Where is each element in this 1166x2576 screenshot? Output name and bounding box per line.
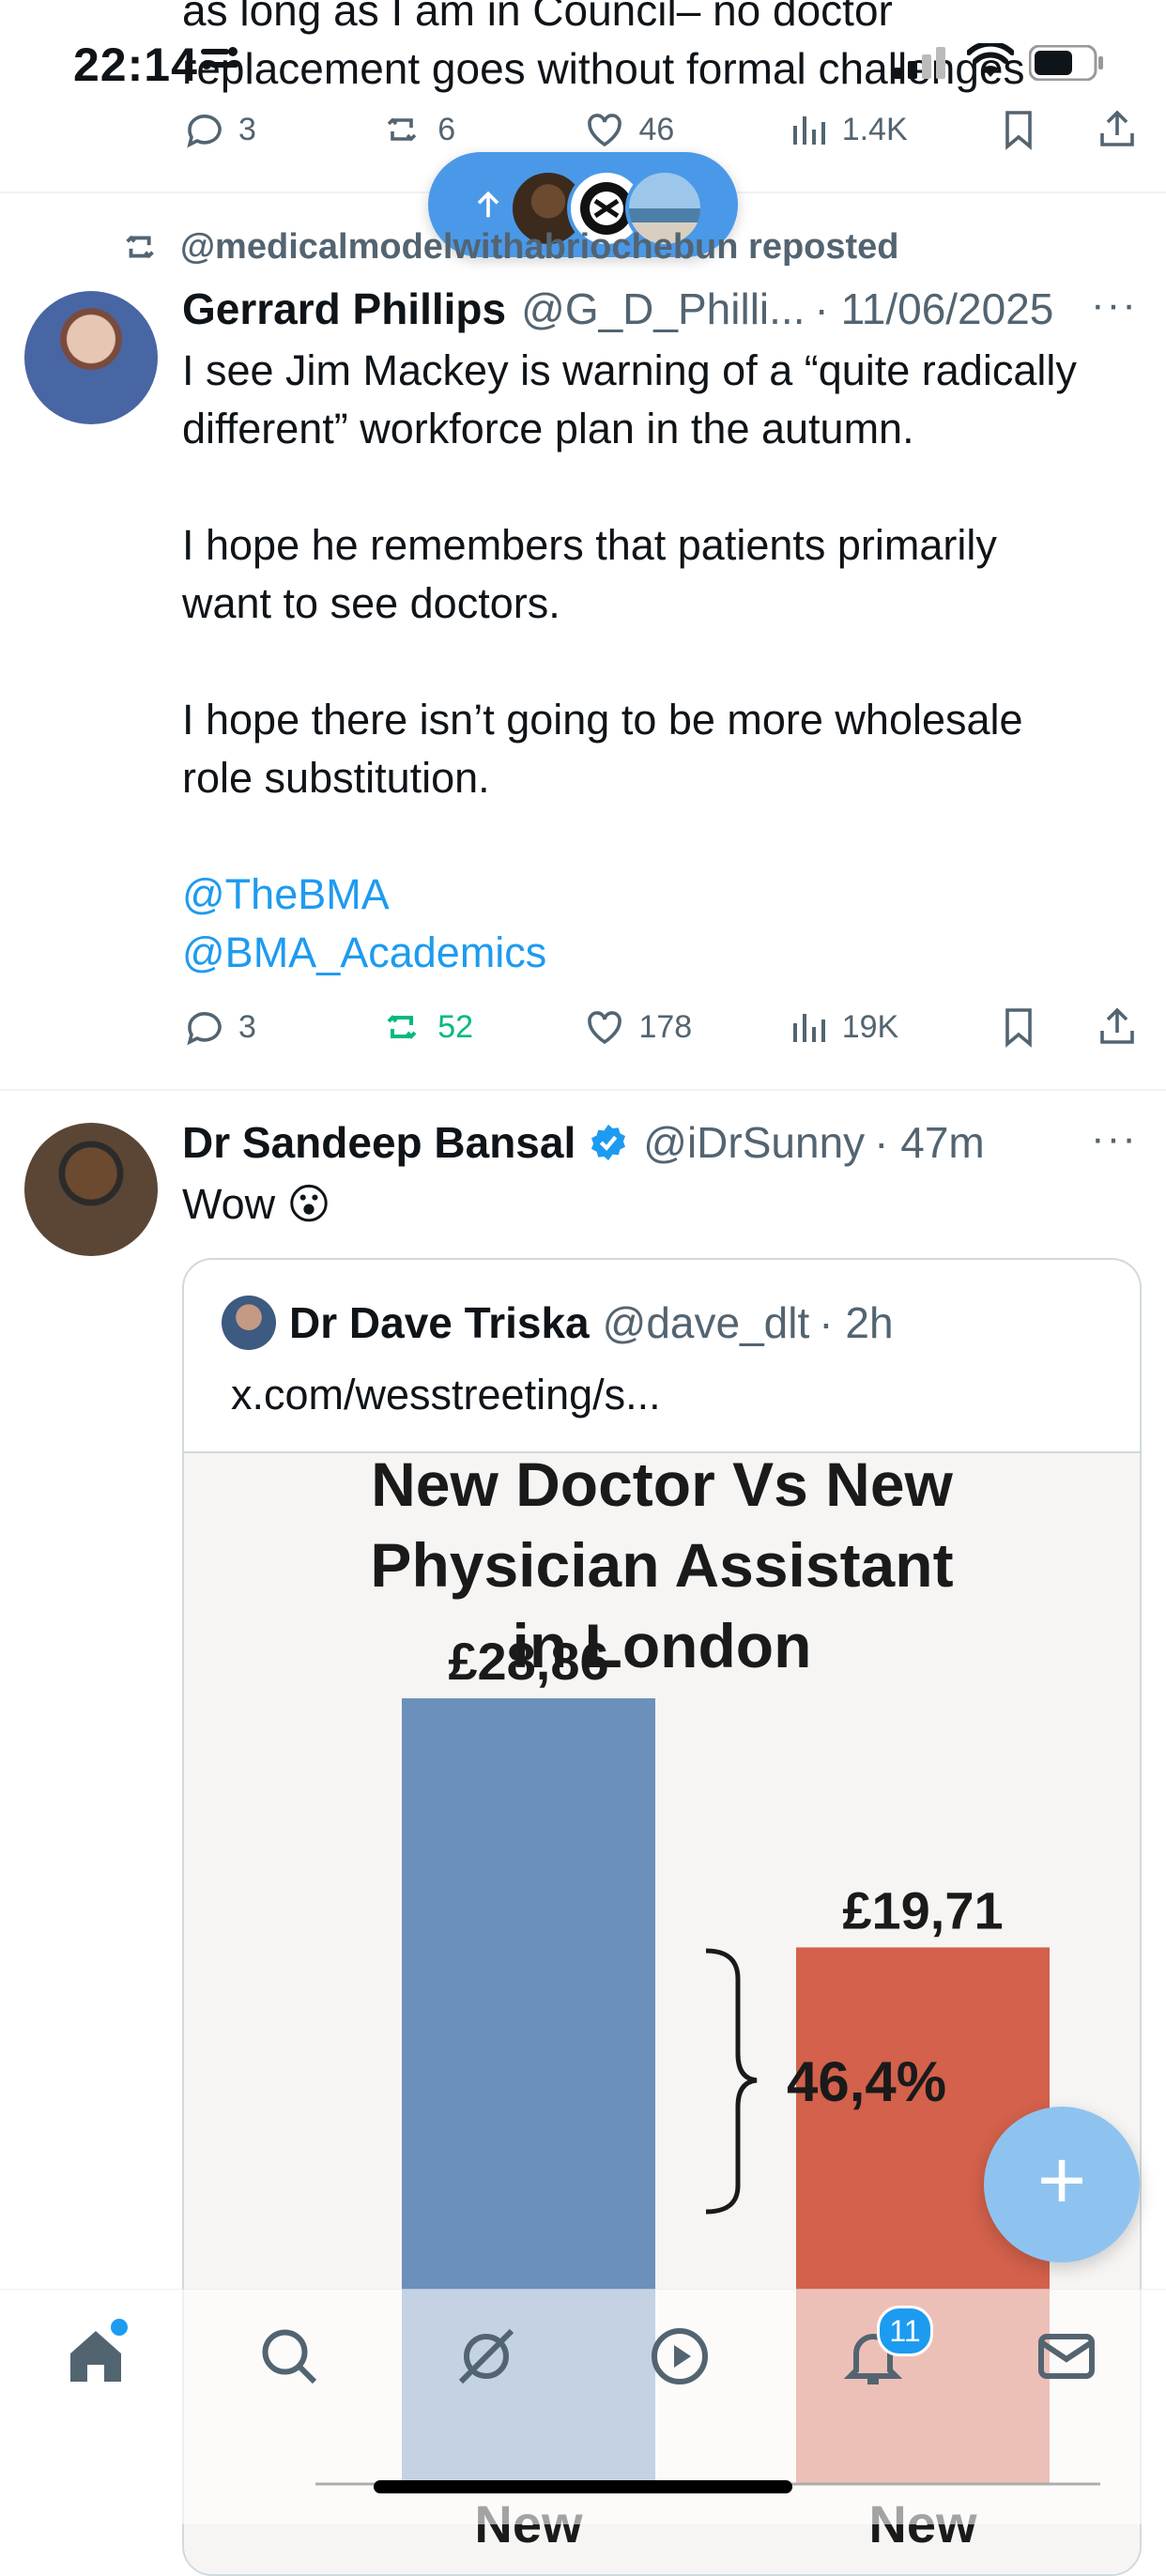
like-count: 178 (638, 1008, 693, 1045)
bookmark-button[interactable] (996, 107, 1095, 152)
views-count: 1.4K (841, 111, 908, 147)
repost-icon (387, 117, 417, 142)
cellular-signal-icon (894, 47, 946, 84)
text-line: different” workforce plan in the autumn. (182, 405, 914, 452)
avatar (222, 1296, 276, 1350)
author-handle[interactable]: @iDrSunny (643, 1117, 865, 1168)
views-button[interactable]: 1.4K (786, 107, 996, 152)
mention-link[interactable]: @BMA_Academics (182, 924, 1140, 982)
views-button[interactable]: 19K (786, 1004, 996, 1050)
more-options-icon[interactable]: ··· (1091, 282, 1138, 329)
more-options-icon[interactable]: ··· (1091, 1115, 1138, 1162)
bar-value-label: £19,71 (842, 1880, 1003, 1940)
quoted-author-name: Dr Dave Triska (289, 1298, 590, 1347)
reply-icon (187, 1012, 222, 1046)
reply-count: 3 (238, 1008, 256, 1045)
tab-search[interactable] (252, 2319, 327, 2394)
battery-icon (1028, 44, 1104, 85)
repost-label: @medicalmodelwithabriochebun reposted (180, 226, 899, 267)
quoted-author-handle: @dave_dlt (602, 1298, 810, 1347)
avatar[interactable] (24, 291, 158, 424)
reply-count: 3 (238, 111, 256, 147)
play-icon (652, 2328, 708, 2384)
author-handle[interactable]: @G_D_Philli... (521, 284, 805, 334)
chart-title: New Doctor Vs New (371, 1453, 953, 1519)
quoted-post-header: Dr Dave Triska @dave_dlt · 2h (289, 1297, 894, 1348)
previous-post-actions: 3 6 46 1.4K (182, 101, 1140, 158)
text-line: I hope there isn’t going to be more whol… (182, 696, 1023, 744)
tab-home[interactable] (58, 2319, 133, 2394)
text-line: role substitution. (182, 754, 490, 802)
post-text: I see Jim Mackey is warning of a “quite … (182, 342, 1140, 982)
repost-indicator[interactable]: @medicalmodelwithabriochebun reposted (120, 225, 899, 268)
bar-value-label: £28,86 (448, 1632, 608, 1691)
like-button[interactable]: 178 (582, 1004, 785, 1050)
views-icon (792, 116, 825, 145)
repost-button[interactable]: 52 (381, 1004, 582, 1050)
mention-link[interactable]: @TheBMA (182, 866, 1140, 924)
repost-button[interactable]: 6 (381, 107, 582, 152)
bookmark-icon (1005, 111, 1032, 150)
bookmark-button[interactable] (996, 1004, 1095, 1050)
views-icon (792, 1014, 825, 1042)
views-count: 19K (841, 1008, 899, 1045)
share-button[interactable] (1095, 1004, 1140, 1050)
grok-icon (458, 2328, 514, 2384)
author-name[interactable]: Dr Sandeep Bansal (182, 1117, 575, 1168)
reply-button[interactable]: 3 (182, 1004, 381, 1050)
author-name[interactable]: Gerrard Phillips (182, 284, 506, 334)
compose-button[interactable]: + (984, 2107, 1140, 2262)
repost-count: 52 (437, 1008, 474, 1045)
wifi-icon (966, 40, 1015, 84)
quoted-post-time: · 2h (819, 1298, 894, 1347)
arrow-up-icon (477, 191, 499, 218)
post-actions: 3 52 178 19K (182, 999, 1140, 1055)
search-icon (262, 2329, 317, 2384)
chart-title: Physician Assistant (370, 1530, 953, 1600)
notification-badge: 11 (877, 2306, 933, 2356)
share-icon (1100, 110, 1134, 146)
unread-dot (111, 2319, 128, 2336)
tab-grok[interactable] (449, 2319, 524, 2394)
bookmark-icon (1005, 1008, 1032, 1048)
divider (0, 1089, 1166, 1091)
reply-button[interactable]: 3 (182, 107, 381, 152)
text-line: I hope he remembers that patients primar… (182, 521, 997, 569)
previous-post-line: as long as I am in Council– no doctor (182, 0, 893, 35)
mail-icon (1038, 2334, 1095, 2379)
focus-mode-icon (197, 41, 242, 79)
share-button[interactable] (1095, 107, 1140, 152)
repost-icon (387, 1015, 417, 1039)
heart-icon (588, 1011, 622, 1045)
status-clock: 22:14 (73, 38, 198, 91)
heart-icon (588, 114, 622, 147)
difference-label: 46,4% (787, 2050, 946, 2113)
like-button[interactable]: 46 (582, 107, 785, 152)
verified-badge-icon (591, 1124, 626, 1161)
quoted-link[interactable]: x.com/wesstreeting/s... (231, 1371, 661, 1419)
reply-icon (187, 115, 222, 148)
post-header: Gerrard Phillips @G_D_Philli... · 11/06/… (182, 284, 1140, 334)
post-header: Dr Sandeep Bansal @iDrSunny · 47m (182, 1117, 1140, 1168)
post-text: Wow 😮 (182, 1180, 331, 1228)
text-line: I see Jim Mackey is warning of a “quite … (182, 346, 1077, 394)
text-line: want to see doctors. (182, 579, 560, 627)
repost-icon (126, 235, 154, 259)
tab-notifications[interactable]: 11 (836, 2306, 933, 2394)
difference-brace (705, 1948, 758, 2215)
share-icon (1100, 1007, 1134, 1044)
plus-icon: + (1036, 2134, 1087, 2228)
like-count: 46 (638, 111, 675, 147)
tab-messages[interactable] (1029, 2319, 1104, 2394)
tab-video[interactable] (642, 2319, 717, 2394)
home-indicator (374, 2480, 792, 2493)
post-date: · 11/06/2025 (814, 284, 1054, 333)
avatar[interactable] (24, 1123, 158, 1256)
repost-count: 6 (437, 111, 456, 147)
post-time: · 47m (874, 1118, 985, 1167)
